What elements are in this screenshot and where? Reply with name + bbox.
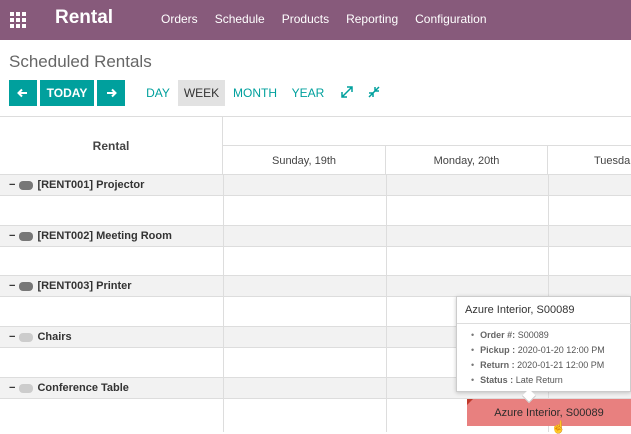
next-button[interactable] <box>97 80 125 106</box>
menu-products[interactable]: Products <box>282 12 329 26</box>
collapse-group-icon[interactable]: − <box>9 230 15 242</box>
arrow-left-icon <box>17 88 27 98</box>
group-row[interactable]: − [RENT001] Projector <box>0 174 631 196</box>
camera-placeholder-icon <box>19 383 34 393</box>
apps-menu-icon[interactable] <box>10 12 26 28</box>
group-label: Conference Table <box>37 382 129 394</box>
popover-field: Pickup : 2020-01-20 12:00 PM <box>471 343 605 358</box>
collapse-group-icon[interactable]: − <box>9 280 15 292</box>
product-icon <box>19 231 34 241</box>
field-key: Status : <box>480 375 514 385</box>
field-value: S00089 <box>517 330 549 340</box>
scale-year[interactable]: YEAR <box>289 80 327 106</box>
collapse-icon[interactable] <box>368 86 380 101</box>
group-label: [RENT001] Projector <box>37 179 145 191</box>
today-button[interactable]: TODAY <box>40 80 94 106</box>
field-value: 2020-01-20 12:00 PM <box>517 345 605 355</box>
popover-fields: Order #: S00089 Pickup : 2020-01-20 12:0… <box>471 328 605 388</box>
rental-pill[interactable]: Azure Interior, S00089 <box>467 399 631 426</box>
top-navbar: Rental Orders Schedule Products Reportin… <box>0 0 631 40</box>
page-title: Scheduled Rentals <box>9 52 152 71</box>
rental-column-header: Rental <box>0 117 223 175</box>
field-key: Pickup : <box>480 345 516 355</box>
popover-field: Status : Late Return <box>471 373 605 388</box>
expand-icon[interactable] <box>341 86 353 101</box>
rental-popover: Azure Interior, S00089 Order #: S00089 P… <box>456 296 631 392</box>
product-icon <box>19 281 34 291</box>
menu-orders[interactable]: Orders <box>161 12 198 26</box>
collapse-group-icon[interactable]: − <box>9 331 15 343</box>
grid-line <box>386 174 387 432</box>
field-key: Order #: <box>480 330 516 340</box>
camera-placeholder-icon <box>19 332 34 342</box>
menu-reporting[interactable]: Reporting <box>346 12 398 26</box>
scale-month[interactable]: MONTH <box>230 80 280 106</box>
grid-line <box>223 174 224 432</box>
popover-field: Return : 2020-01-21 12:00 PM <box>471 358 605 373</box>
app-title[interactable]: Rental <box>55 7 113 29</box>
collapse-group-icon[interactable]: − <box>9 382 15 394</box>
group-row[interactable]: − [RENT003] Printer <box>0 275 631 297</box>
popover-title: Azure Interior, S00089 <box>457 297 631 324</box>
collapse-group-icon[interactable]: − <box>9 179 15 191</box>
group-label: [RENT002] Meeting Room <box>37 230 172 242</box>
field-value: 2020-01-21 12:00 PM <box>517 360 605 370</box>
day-header-monday: Monday, 20th <box>386 146 548 175</box>
group-row[interactable]: − [RENT002] Meeting Room <box>0 225 631 247</box>
period-header <box>223 117 631 146</box>
product-icon <box>19 180 34 190</box>
scale-day[interactable]: DAY <box>142 80 174 106</box>
main-menu: Orders Schedule Products Reporting Confi… <box>161 12 504 26</box>
popover-field: Order #: S00089 <box>471 328 605 343</box>
group-label: [RENT003] Printer <box>37 280 132 292</box>
day-header-tuesday: Tuesda <box>594 154 631 167</box>
group-label: Chairs <box>37 331 72 343</box>
field-value: Late Return <box>515 375 563 385</box>
menu-schedule[interactable]: Schedule <box>215 12 265 26</box>
arrow-right-icon <box>107 88 117 98</box>
field-key: Return : <box>480 360 515 370</box>
scale-week[interactable]: WEEK <box>178 80 225 106</box>
prev-button[interactable] <box>9 80 37 106</box>
late-marker <box>467 399 473 405</box>
day-header-sunday: Sunday, 19th <box>223 146 386 175</box>
menu-configuration[interactable]: Configuration <box>415 12 486 26</box>
